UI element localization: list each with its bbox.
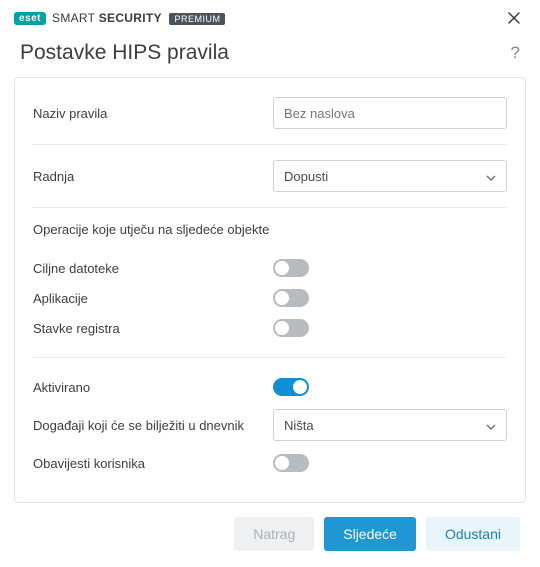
rule-name-input[interactable] — [273, 97, 507, 129]
notify-user-row: Obavijesti korisnika — [33, 448, 507, 478]
chevron-down-icon — [486, 169, 496, 184]
dialog-header: Postavke HIPS pravila ? — [0, 33, 540, 77]
page-title: Postavke HIPS pravila — [20, 41, 229, 65]
settings-panel: Naziv pravila Radnja Dopusti Operacije k… — [14, 77, 526, 503]
applications-toggle[interactable] — [273, 289, 309, 307]
separator — [33, 207, 507, 208]
log-row: Događaji koji će se bilježiti u dnevnik … — [33, 408, 507, 442]
brand-name-bold: SECURITY — [99, 11, 162, 25]
brand-badge: eset — [14, 12, 46, 25]
registry-entries-row: Stavke registra — [33, 313, 507, 343]
target-files-toggle[interactable] — [273, 259, 309, 277]
enabled-toggle[interactable] — [273, 378, 309, 396]
rule-name-label: Naziv pravila — [33, 106, 273, 121]
titlebar: eset SMART SECURITY PREMIUM — [0, 0, 540, 33]
back-button: Natrag — [234, 517, 314, 551]
close-icon — [508, 12, 520, 24]
registry-entries-toggle[interactable] — [273, 319, 309, 337]
separator — [33, 357, 507, 358]
log-select[interactable]: Ništa — [273, 409, 507, 441]
brand-premium-badge: PREMIUM — [169, 13, 225, 25]
action-label: Radnja — [33, 169, 273, 184]
brand-text: SMART SECURITY PREMIUM — [52, 11, 225, 25]
action-select[interactable]: Dopusti — [273, 160, 507, 192]
applications-row: Aplikacije — [33, 283, 507, 313]
close-button[interactable] — [500, 7, 528, 29]
log-select-value: Ništa — [284, 418, 314, 433]
target-files-label: Ciljne datoteke — [33, 261, 273, 276]
action-select-value: Dopusti — [284, 169, 328, 184]
target-files-row: Ciljne datoteke — [33, 253, 507, 283]
action-row: Radnja Dopusti — [33, 159, 507, 193]
operations-section-title: Operacije koje utječu na sljedeće objekt… — [33, 222, 507, 237]
enabled-label: Aktivirano — [33, 380, 273, 395]
dialog-footer: Natrag Sljedeće Odustani — [0, 503, 540, 567]
next-button[interactable]: Sljedeće — [324, 517, 416, 551]
dialog-window: eset SMART SECURITY PREMIUM Postavke HIP… — [0, 0, 540, 500]
registry-entries-label: Stavke registra — [33, 321, 273, 336]
brand-name-thin: SMART — [52, 11, 95, 25]
log-label: Događaji koji će se bilježiti u dnevnik — [33, 418, 273, 433]
chevron-down-icon — [486, 418, 496, 433]
notify-user-toggle[interactable] — [273, 454, 309, 472]
enabled-row: Aktivirano — [33, 372, 507, 402]
rule-name-row: Naziv pravila — [33, 96, 507, 130]
applications-label: Aplikacije — [33, 291, 273, 306]
help-icon: ? — [511, 43, 520, 62]
brand-logo: eset SMART SECURITY PREMIUM — [14, 11, 225, 25]
notify-user-label: Obavijesti korisnika — [33, 456, 273, 471]
separator — [33, 144, 507, 145]
cancel-button[interactable]: Odustani — [426, 517, 520, 551]
help-button[interactable]: ? — [511, 43, 520, 63]
